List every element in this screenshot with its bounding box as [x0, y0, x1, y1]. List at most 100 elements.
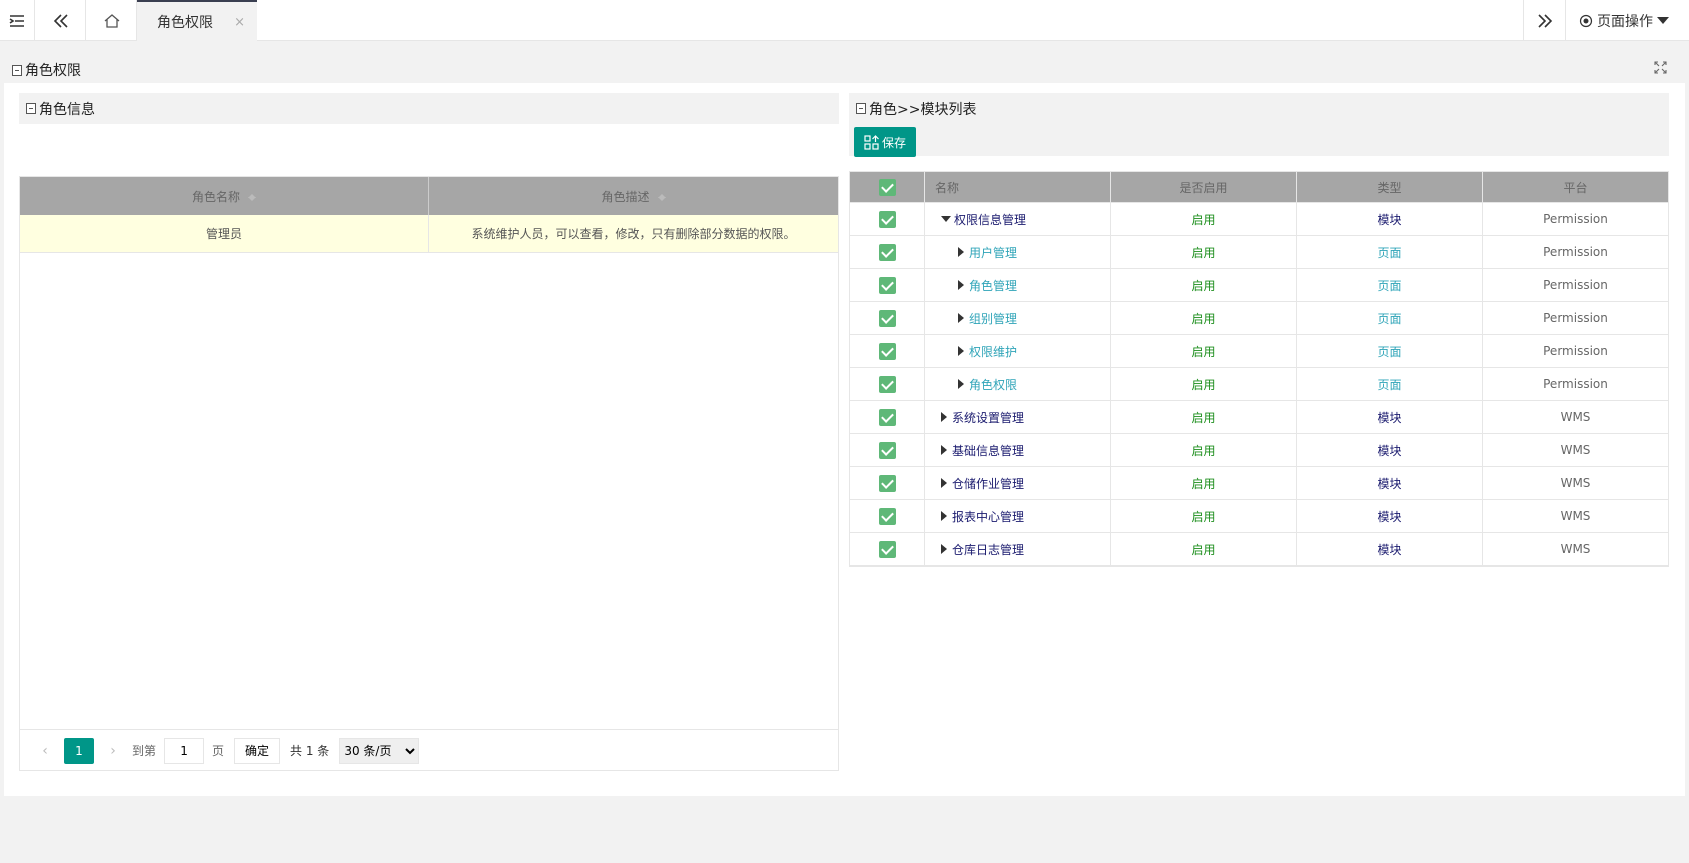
module-name: 权限维护 [969, 344, 1018, 359]
page-size-select[interactable]: 30 条/页 [339, 737, 420, 764]
row-checkbox[interactable] [878, 507, 896, 525]
caret-right-icon[interactable] [941, 511, 947, 521]
cell-type: 页面 [1297, 236, 1483, 268]
tab-role-permissions[interactable]: 角色权限 × [137, 0, 257, 41]
module-name: 系统设置管理 [952, 410, 1025, 425]
page-number-input[interactable] [164, 737, 205, 764]
table-row[interactable]: 用户管理 启用 页面 Permission [850, 236, 1668, 269]
row-select-cell[interactable] [850, 236, 925, 268]
caret-down-icon[interactable] [941, 216, 951, 222]
module-list-title: 角色>>模块列表 [869, 101, 977, 118]
cell-type: 页面 [1297, 335, 1483, 367]
column-label: 角色名称 [191, 189, 240, 204]
row-select-cell[interactable] [850, 467, 925, 499]
caret-right-icon[interactable] [958, 280, 964, 290]
row-checkbox[interactable] [878, 408, 896, 426]
cell-name: 用户管理 [925, 236, 1111, 268]
table-row[interactable]: 仓库日志管理 启用 模块 WMS [850, 533, 1668, 566]
row-select-cell[interactable] [850, 269, 925, 301]
table-row[interactable]: 仓储作业管理 启用 模块 WMS [850, 467, 1668, 500]
cell-enabled: 启用 [1111, 203, 1297, 235]
cell-platform: Permission [1543, 278, 1608, 292]
caret-right-icon[interactable] [941, 544, 947, 554]
cell-name: 权限维护 [925, 335, 1111, 367]
row-select-cell[interactable] [850, 434, 925, 466]
row-checkbox[interactable] [878, 540, 896, 558]
row-select-cell[interactable] [850, 335, 925, 367]
row-checkbox[interactable] [878, 276, 896, 294]
cell-type: 模块 [1297, 401, 1483, 433]
caret-right-icon[interactable] [958, 313, 964, 323]
save-button[interactable]: 保存 [854, 127, 916, 157]
row-select-cell[interactable] [850, 368, 925, 400]
fullscreen-icon[interactable] [1654, 61, 1667, 74]
cell-platform: Permission [1543, 344, 1608, 358]
cell-platform: Permission [1543, 311, 1608, 325]
table-row[interactable]: 组别管理 启用 页面 Permission [850, 302, 1668, 335]
panel-title: 角色权限 [25, 63, 81, 79]
prev-page-icon[interactable]: ‹ [34, 743, 56, 759]
goto-confirm-button[interactable]: 确定 [234, 737, 281, 764]
module-name: 基础信息管理 [952, 443, 1025, 458]
cell-platform: Permission [1543, 377, 1608, 391]
column-label: 角色描述 [601, 189, 650, 204]
home-button[interactable] [87, 0, 137, 41]
module-table: 名称 是否启用 类型 平台 权限信息管理 启用 模块 Permission 用户管理 启用… [849, 171, 1669, 567]
tab-close-icon[interactable]: × [234, 15, 245, 30]
row-checkbox[interactable] [878, 375, 896, 393]
table-row[interactable]: 基础信息管理 启用 模块 WMS [850, 434, 1668, 467]
row-select-cell[interactable] [850, 203, 925, 235]
total-count: 共 1 条 [290, 744, 330, 758]
table-row[interactable]: 角色管理 启用 页面 Permission [850, 269, 1668, 302]
table-row[interactable]: 管理员 系统维护人员，可以查看，修改，只有删除部分数据的权限。 [20, 215, 838, 253]
select-all-cell[interactable] [850, 172, 925, 202]
module-name: 用户管理 [969, 245, 1018, 260]
page-operations-dropdown[interactable]: 页面操作 [1579, 0, 1669, 41]
cell-type: 页面 [1297, 368, 1483, 400]
table-row[interactable]: 角色权限 启用 页面 Permission [850, 368, 1668, 401]
sort-icon[interactable] [657, 190, 666, 202]
cell-enabled: 启用 [1111, 335, 1297, 367]
row-select-cell[interactable] [850, 401, 925, 433]
cell-name: 角色管理 [925, 269, 1111, 301]
table-row[interactable]: 权限维护 启用 页面 Permission [850, 335, 1668, 368]
tabs-scroll-left-button[interactable] [36, 0, 86, 41]
table-row[interactable]: 报表中心管理 启用 模块 WMS [850, 500, 1668, 533]
cell-enabled: 启用 [1111, 467, 1297, 499]
pagination: ‹ 1 › 到第 页 确定 共 1 条 30 条/页 [19, 729, 839, 771]
cell-name: 基础信息管理 [925, 434, 1111, 466]
table-row[interactable]: 系统设置管理 启用 模块 WMS [850, 401, 1668, 434]
row-select-cell[interactable] [850, 302, 925, 334]
row-checkbox[interactable] [878, 309, 896, 327]
column-role-desc[interactable]: 角色描述 [429, 177, 838, 215]
row-checkbox[interactable] [878, 243, 896, 261]
row-select-cell[interactable] [850, 500, 925, 532]
cell-role-name: 管理员 [20, 215, 429, 252]
module-name: 仓储作业管理 [952, 476, 1025, 491]
row-checkbox[interactable] [878, 441, 896, 459]
double-chevron-left-icon [53, 13, 68, 28]
role-table: 角色名称 角色描述 管理员 系统维护人员，可以查看，修改，只有删除部分数据的权限… [19, 176, 839, 771]
module-toolbar: 保存 [849, 124, 1669, 157]
sort-icon[interactable] [248, 190, 256, 202]
caret-right-icon[interactable] [941, 445, 947, 455]
table-row[interactable]: 权限信息管理 启用 模块 Permission [850, 203, 1668, 236]
caret-right-icon[interactable] [941, 412, 947, 422]
tabs-scroll-right-button[interactable] [1523, 0, 1566, 41]
caret-right-icon[interactable] [941, 478, 947, 488]
column-role-name[interactable]: 角色名称 [20, 177, 429, 215]
row-select-cell[interactable] [850, 533, 925, 565]
cell-type: 模块 [1297, 203, 1483, 235]
current-page[interactable]: 1 [64, 737, 94, 764]
cell-enabled: 启用 [1111, 236, 1297, 268]
caret-right-icon[interactable] [958, 346, 964, 356]
select-all-checkbox[interactable] [878, 178, 896, 196]
menu-toggle-button[interactable] [0, 0, 35, 41]
caret-right-icon[interactable] [958, 247, 964, 257]
cell-enabled: 启用 [1111, 434, 1297, 466]
row-checkbox[interactable] [878, 210, 896, 228]
caret-right-icon[interactable] [958, 379, 964, 389]
row-checkbox[interactable] [878, 474, 896, 492]
next-page-icon[interactable]: › [102, 743, 124, 759]
row-checkbox[interactable] [878, 342, 896, 360]
